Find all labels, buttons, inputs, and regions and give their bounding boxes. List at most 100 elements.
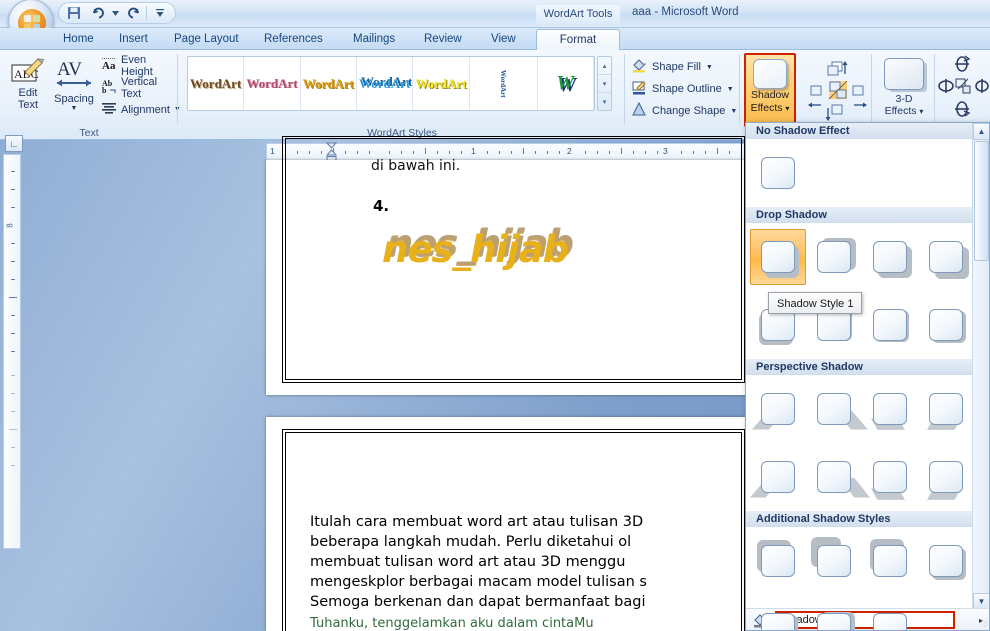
shadow-gallery-body: No Shadow Effect Drop Shadow Perspective… (746, 123, 974, 630)
shadow-style-18[interactable] (806, 533, 862, 589)
group-divider (177, 54, 178, 124)
wordart-style-2-label: WordArt (246, 75, 298, 91)
shadow-color-highlight-box[interactable]: Shadow Color (775, 611, 955, 629)
shadow-style-17[interactable] (750, 533, 806, 589)
group-divider (934, 54, 935, 124)
h-ruler-num-left: 1 (270, 146, 275, 156)
shadow-style-16[interactable] (918, 449, 974, 505)
wordart-style-6-label: WordArt (499, 69, 508, 98)
three-d-perspective-icon[interactable] (954, 77, 974, 98)
spacing-button[interactable]: AV Spacing ▼ (52, 56, 96, 128)
redo-icon[interactable] (122, 4, 144, 22)
shadow-style-19[interactable] (862, 533, 918, 589)
group-divider (624, 54, 625, 124)
shape-outline-button[interactable]: Shape Outline ▼ (632, 78, 734, 100)
change-shape-caret-icon[interactable]: ▼ (730, 108, 737, 115)
wordart-style-3[interactable]: WordArt (301, 57, 357, 110)
shadow-effects-button[interactable]: Shadow Effects ▾ (744, 53, 796, 127)
change-shape-icon (632, 101, 647, 120)
wordart-style-4[interactable]: WordArt (357, 57, 414, 110)
edit-text-label-line2: Text (17, 99, 39, 111)
even-height-button[interactable]: Aa Even Height (100, 53, 178, 78)
wordart-style-3-label: WordArt (302, 75, 354, 91)
tilt-right-icon[interactable] (974, 77, 990, 98)
tab-selector-button[interactable]: ∟ (5, 135, 23, 152)
wordart-style-gallery[interactable]: WordArt WordArt WordArt WordArt WordArt … (187, 56, 595, 111)
gallery-scroll-thumb[interactable] (974, 141, 989, 261)
tab-mailings[interactable]: Mailings (342, 29, 406, 50)
tilt-down-icon[interactable] (952, 100, 972, 121)
shadow-style-2[interactable] (806, 229, 862, 285)
drop-shadow-row-1 (746, 223, 974, 291)
three-d-effects-button[interactable]: 3-D Effects ▾ (879, 56, 929, 128)
gallery-more-icon[interactable]: ▾ (598, 93, 611, 110)
vertical-ruler-number: 8 (5, 223, 15, 228)
wordart-style-1[interactable]: WordArt (188, 57, 245, 110)
customize-qat-icon[interactable] (149, 4, 171, 22)
spacing-caret-icon[interactable]: ▼ (71, 105, 78, 112)
shadow-style-8[interactable] (918, 297, 974, 353)
gallery-scroll-down-icon[interactable]: ▾ (598, 75, 611, 93)
document-page-2[interactable]: Itulah cara membuat word art atau tulisa… (266, 417, 746, 631)
gallery-scroll-up-icon[interactable]: ▴ (598, 57, 611, 75)
shadow-style-7[interactable] (862, 297, 918, 353)
gallery-scrollbar[interactable]: ▲ ▼ (972, 123, 989, 610)
gallery-scroll-up-arrow-icon[interactable]: ▲ (973, 123, 989, 140)
vertical-text-icon: Ab b (102, 79, 117, 97)
document-page-1[interactable]: di bawah ini. 4. nes_hijab (266, 136, 746, 395)
tab-view[interactable]: View (480, 29, 527, 50)
contextual-tab-group-label: WordArt Tools (536, 5, 620, 24)
additional-shadow-row-1 (746, 527, 974, 595)
page1-clipped-line: di bawah ini. (371, 158, 461, 172)
tab-review[interactable]: Review (413, 29, 473, 50)
shadow-style-10[interactable] (806, 381, 868, 437)
undo-dropdown-icon[interactable] (111, 4, 120, 22)
save-icon[interactable] (63, 4, 85, 22)
no-shadow-effect-row (746, 139, 974, 207)
shadow-style-4[interactable] (918, 229, 974, 285)
wordart-style-6[interactable]: WordArt (470, 57, 538, 110)
shape-fill-button[interactable]: Shape Fill ▼ (632, 56, 713, 78)
shadow-nudge-icon (808, 61, 867, 121)
shadow-style-13[interactable] (750, 449, 806, 505)
shadow-style-20[interactable] (918, 533, 974, 589)
shadow-style-9[interactable] (750, 381, 806, 437)
alignment-button[interactable]: Alignment ▼ (100, 100, 183, 119)
shadow-effects-caret-icon[interactable]: ▾ (785, 104, 789, 113)
three-d-effects-caret-icon[interactable]: ▾ (919, 107, 923, 116)
edit-text-label-line1: Edit (18, 87, 38, 99)
even-height-label: Even Height (121, 53, 153, 78)
wordart-style-7[interactable]: W (538, 57, 594, 110)
tab-format[interactable]: Format (536, 29, 620, 50)
ribbon-group-text: ABC Edit Text AV Spacing ▼ (0, 50, 181, 140)
edit-text-button[interactable]: ABC Edit Text (8, 56, 48, 122)
shadow-style-3[interactable] (862, 229, 918, 285)
shadow-style-none[interactable] (750, 145, 806, 201)
section-header-perspective-shadow: Perspective Shadow (746, 359, 974, 375)
shape-outline-icon (632, 80, 647, 98)
vertical-ruler[interactable]: 8 (3, 154, 21, 549)
change-shape-button[interactable]: Change Shape ▼ (632, 100, 737, 122)
vertical-text-button[interactable]: Ab b Vertical Text (100, 76, 178, 100)
tab-insert[interactable]: Insert (108, 29, 159, 50)
wordart-object[interactable]: nes_hijab (382, 228, 569, 271)
wordart-gallery-scroll[interactable]: ▴ ▾ ▾ (597, 56, 612, 111)
shadow-style-12[interactable] (918, 381, 974, 437)
shadow-style-tooltip: Shadow Style 1 (768, 292, 863, 314)
tab-references[interactable]: References (253, 29, 334, 50)
resize-grip-icon[interactable]: ♢ (982, 620, 989, 629)
tab-home[interactable]: Home (52, 29, 105, 50)
shape-fill-caret-icon[interactable]: ▼ (706, 64, 713, 71)
tilt-up-icon[interactable] (952, 55, 972, 76)
shadow-style-15[interactable] (862, 449, 918, 505)
undo-icon[interactable] (87, 4, 109, 22)
wordart-style-4-label: WordArt (359, 75, 411, 91)
tilt-left-icon[interactable] (937, 77, 955, 98)
shape-outline-caret-icon[interactable]: ▼ (727, 86, 734, 93)
wordart-style-5[interactable]: WordArt (413, 57, 470, 110)
tab-page-layout[interactable]: Page Layout (163, 29, 250, 50)
shadow-style-11[interactable] (862, 381, 918, 437)
wordart-style-2[interactable]: WordArt (244, 57, 301, 110)
shadow-style-1[interactable] (750, 229, 806, 285)
shadow-style-14[interactable] (806, 449, 870, 505)
